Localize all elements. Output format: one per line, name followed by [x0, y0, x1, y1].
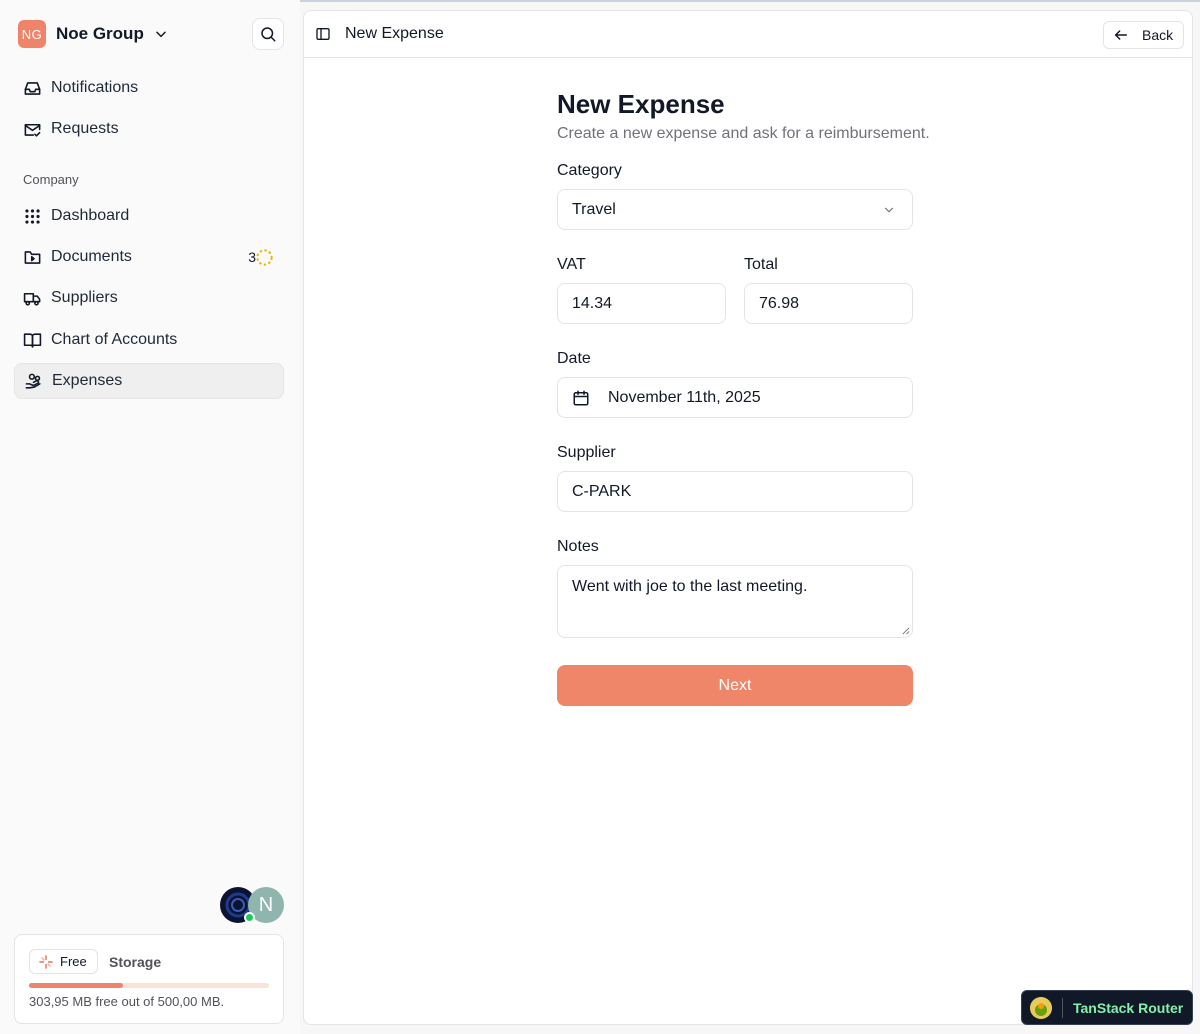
avatar-initial: N — [258, 893, 274, 916]
supplier-input[interactable]: C-PARK — [557, 471, 913, 512]
chevron-down-icon — [884, 207, 894, 213]
storage-label: Storage — [109, 954, 162, 970]
next-button-label: Next — [718, 676, 752, 694]
category-select[interactable]: Travel — [557, 189, 913, 230]
sidebar-item-chart-of-accounts[interactable]: Chart of Accounts — [14, 322, 284, 358]
tanstack-logo-icon — [1030, 996, 1052, 1019]
date-picker-button[interactable]: November 11th, 2025 — [557, 377, 913, 418]
date-value: November 11th, 2025 — [608, 388, 761, 406]
main-header: New Expense Back — [304, 11, 1192, 58]
truck-icon — [23, 292, 41, 306]
org-badge: NG — [18, 20, 46, 48]
notes-label: Notes — [557, 538, 599, 555]
vat-label: VAT — [557, 256, 586, 273]
category-value: Travel — [572, 200, 616, 218]
storage-usage-text: 303,95 MB free out of 500,00 MB. — [29, 994, 225, 1009]
category-label: Category — [557, 162, 622, 179]
sidebar-item-expenses[interactable]: Expenses — [14, 363, 284, 399]
section-label-company: Company — [23, 172, 79, 187]
total-value: 76.98 — [759, 294, 800, 312]
back-button-label: Back — [1142, 27, 1174, 43]
resize-handle-icon[interactable] — [901, 626, 910, 635]
book-open-icon — [23, 332, 42, 348]
search-icon — [261, 27, 276, 42]
next-button[interactable]: Next — [557, 665, 913, 706]
main-panel: New Expense Back New Expense Create a ne… — [303, 10, 1193, 1025]
page-title: New Expense — [557, 89, 725, 119]
vat-value: 14.34 — [572, 294, 613, 312]
sidebar-item-notifications[interactable]: Notifications — [14, 70, 284, 106]
arrow-left-icon — [1114, 30, 1128, 40]
notes-textarea[interactable]: Went with joe to the last meeting. — [557, 565, 913, 638]
plan-label: Free — [60, 954, 87, 969]
grid-dots-icon — [25, 208, 40, 224]
sidebar-item-requests[interactable]: Requests — [14, 111, 284, 147]
tanstack-router-devtools-button[interactable]: TanStack Router — [1021, 990, 1193, 1025]
sidebar-item-label: Documents — [51, 248, 132, 265]
supplier-value: C-PARK — [572, 482, 632, 500]
online-status-dot — [244, 912, 255, 923]
loading-spinner-icon — [256, 248, 273, 266]
org-switcher[interactable]: NG Noe Group — [18, 20, 168, 48]
mail-check-icon — [24, 123, 41, 137]
sparkle-icon — [39, 954, 53, 969]
total-label: Total — [744, 256, 778, 273]
hand-coins-icon — [25, 373, 41, 389]
sidebar-item-documents[interactable]: Documents 3 — [14, 239, 284, 275]
sidebar-toggle-icon[interactable] — [315, 26, 331, 42]
inbox-icon — [24, 81, 41, 95]
sidebar-item-suppliers[interactable]: Suppliers — [14, 280, 284, 316]
supplier-label: Supplier — [557, 444, 616, 461]
storage-progress-fill — [29, 983, 123, 988]
vat-input[interactable]: 14.34 — [557, 283, 726, 324]
storage-card: Free Storage 303,95 MB free out of 500,0… — [14, 934, 284, 1024]
sidebar-item-label: Requests — [51, 120, 119, 137]
date-label: Date — [557, 350, 591, 367]
back-button[interactable]: Back — [1103, 21, 1184, 49]
storage-progress-track — [29, 983, 269, 988]
page-subtitle: Create a new expense and ask for a reimb… — [557, 125, 930, 142]
chevron-down-icon — [156, 31, 166, 38]
org-name: Noe Group — [56, 24, 144, 43]
sidebar-item-label: Chart of Accounts — [51, 331, 178, 348]
calendar-icon — [573, 390, 589, 405]
notes-value: Went with joe to the last meeting. — [572, 578, 808, 595]
search-button[interactable] — [252, 18, 284, 50]
devtools-label: TanStack Router — [1073, 999, 1184, 1016]
sidebar-item-label: Suppliers — [51, 289, 118, 306]
plan-badge[interactable]: Free — [29, 949, 98, 974]
header-title: New Expense — [345, 25, 444, 42]
sidebar-item-label: Dashboard — [51, 207, 130, 224]
total-input[interactable]: 76.98 — [744, 283, 913, 324]
sidebar: NG Noe Group Notifications Requests Comp… — [0, 0, 300, 1034]
folder-icon — [24, 250, 41, 264]
sidebar-item-label: Notifications — [51, 79, 139, 96]
sidebar-item-label: Expenses — [52, 372, 123, 389]
sidebar-item-dashboard[interactable]: Dashboard — [14, 198, 284, 234]
devtools-separator — [1062, 997, 1063, 1018]
